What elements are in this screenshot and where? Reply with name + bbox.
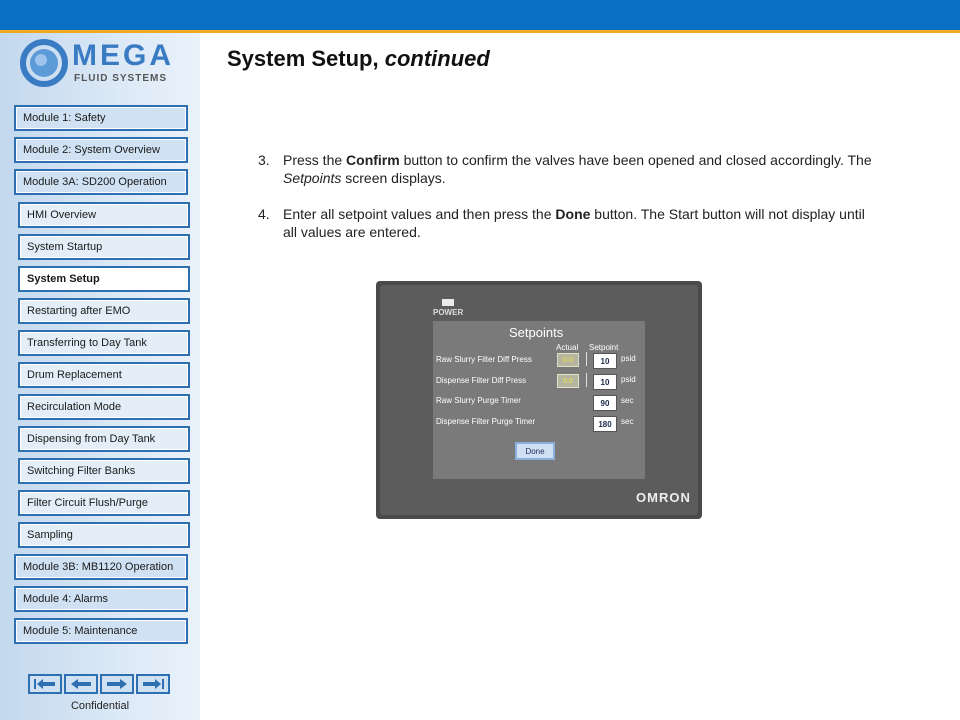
setpoints-screen: Setpoints Actual Setpoint Raw Slurry Fil… xyxy=(433,321,645,479)
unit-label: sec xyxy=(621,396,634,405)
mega-logo: MEGA FLUID SYSTEMS xyxy=(20,37,180,93)
done-button[interactable]: Done xyxy=(515,442,555,460)
nav-hmi-overview[interactable]: HMI Overview xyxy=(18,202,190,228)
omron-brand: OMRON xyxy=(636,490,691,505)
unit-label: psid xyxy=(621,375,636,384)
actual-value: 0.0 xyxy=(557,374,579,388)
logo-word: MEGA xyxy=(72,39,174,72)
step-number: 4. xyxy=(258,206,270,222)
logo-tagline: FLUID SYSTEMS xyxy=(74,73,168,84)
unit-label: psid xyxy=(621,354,636,363)
column-setpoint: Setpoint xyxy=(589,343,619,352)
previous-slide-button[interactable] xyxy=(64,674,98,694)
page-title-italic: continued xyxy=(384,46,490,71)
power-label: POWER xyxy=(433,308,464,317)
next-slide-button[interactable] xyxy=(100,674,134,694)
logo-ring-icon xyxy=(20,39,68,87)
setpoint-input[interactable]: 90 xyxy=(593,395,617,411)
nav-module-5[interactable]: Module 5: Maintenance xyxy=(14,618,188,644)
divider xyxy=(586,352,587,366)
setpoint-input[interactable]: 180 xyxy=(593,416,617,432)
step-4: 4. Enter all setpoint values and then pr… xyxy=(258,205,878,245)
confidential-label: Confidential xyxy=(70,700,130,712)
row-label: Raw Slurry Filter Diff Press xyxy=(436,355,532,364)
row-label: Dispense Filter Diff Press xyxy=(436,376,527,385)
hmi-bezel: POWER OMRON Setpoints Actual Setpoint Ra… xyxy=(380,285,698,515)
nav-dispensing-from-day-tank[interactable]: Dispensing from Day Tank xyxy=(18,426,190,452)
screen-title: Setpoints xyxy=(509,325,564,340)
sidebar: MEGA FLUID SYSTEMS Module 1: Safety Modu… xyxy=(0,33,200,720)
nav-drum-replacement[interactable]: Drum Replacement xyxy=(18,362,190,388)
step-text: Press the Confirm button to confirm the … xyxy=(283,152,872,186)
setpoint-input[interactable]: 10 xyxy=(593,374,617,390)
step-text: Enter all setpoint values and then press… xyxy=(283,206,865,240)
nav-system-startup[interactable]: System Startup xyxy=(18,234,190,260)
nav-switching-filter-banks[interactable]: Switching Filter Banks xyxy=(18,458,190,484)
first-arrow-icon xyxy=(34,679,55,689)
nav-sampling[interactable]: Sampling xyxy=(18,522,190,548)
row-label: Raw Slurry Purge Timer xyxy=(436,396,521,405)
nav-module-3a[interactable]: Module 3A: SD200 Operation xyxy=(14,169,188,195)
nav-recirculation-mode[interactable]: Recirculation Mode xyxy=(18,394,190,420)
first-slide-button[interactable] xyxy=(28,674,62,694)
page-title: System Setup, continued xyxy=(227,46,490,71)
nav-restarting-after-emo[interactable]: Restarting after EMO xyxy=(18,298,190,324)
left-arrow-icon xyxy=(71,679,91,689)
nav-transferring-to-day-tank[interactable]: Transferring to Day Tank xyxy=(18,330,190,356)
setpoint-input[interactable]: 10 xyxy=(593,353,617,369)
top-banner xyxy=(0,0,960,33)
last-slide-button[interactable] xyxy=(136,674,170,694)
actual-value: 0.0 xyxy=(557,353,579,367)
power-led-icon xyxy=(442,299,454,306)
nav-module-4[interactable]: Module 4: Alarms xyxy=(14,586,188,612)
last-arrow-icon xyxy=(143,679,164,689)
nav-filter-circuit-flush-purge[interactable]: Filter Circuit Flush/Purge xyxy=(18,490,190,516)
right-arrow-icon xyxy=(107,679,127,689)
divider xyxy=(586,373,587,387)
nav-module-3b[interactable]: Module 3B: MB1120 Operation xyxy=(14,554,188,580)
nav-module-1[interactable]: Module 1: Safety xyxy=(14,105,188,131)
step-3: 3. Press the Confirm button to confirm t… xyxy=(258,151,878,191)
nav-system-setup[interactable]: System Setup xyxy=(18,266,190,292)
column-actual: Actual xyxy=(556,343,579,352)
hmi-panel: POWER OMRON Setpoints Actual Setpoint Ra… xyxy=(376,281,702,519)
row-label: Dispense Filter Purge Timer xyxy=(436,417,536,426)
step-number: 3. xyxy=(258,152,270,168)
unit-label: sec xyxy=(621,417,634,426)
nav-module-2[interactable]: Module 2: System Overview xyxy=(14,137,188,163)
slide-navigation xyxy=(28,674,172,696)
